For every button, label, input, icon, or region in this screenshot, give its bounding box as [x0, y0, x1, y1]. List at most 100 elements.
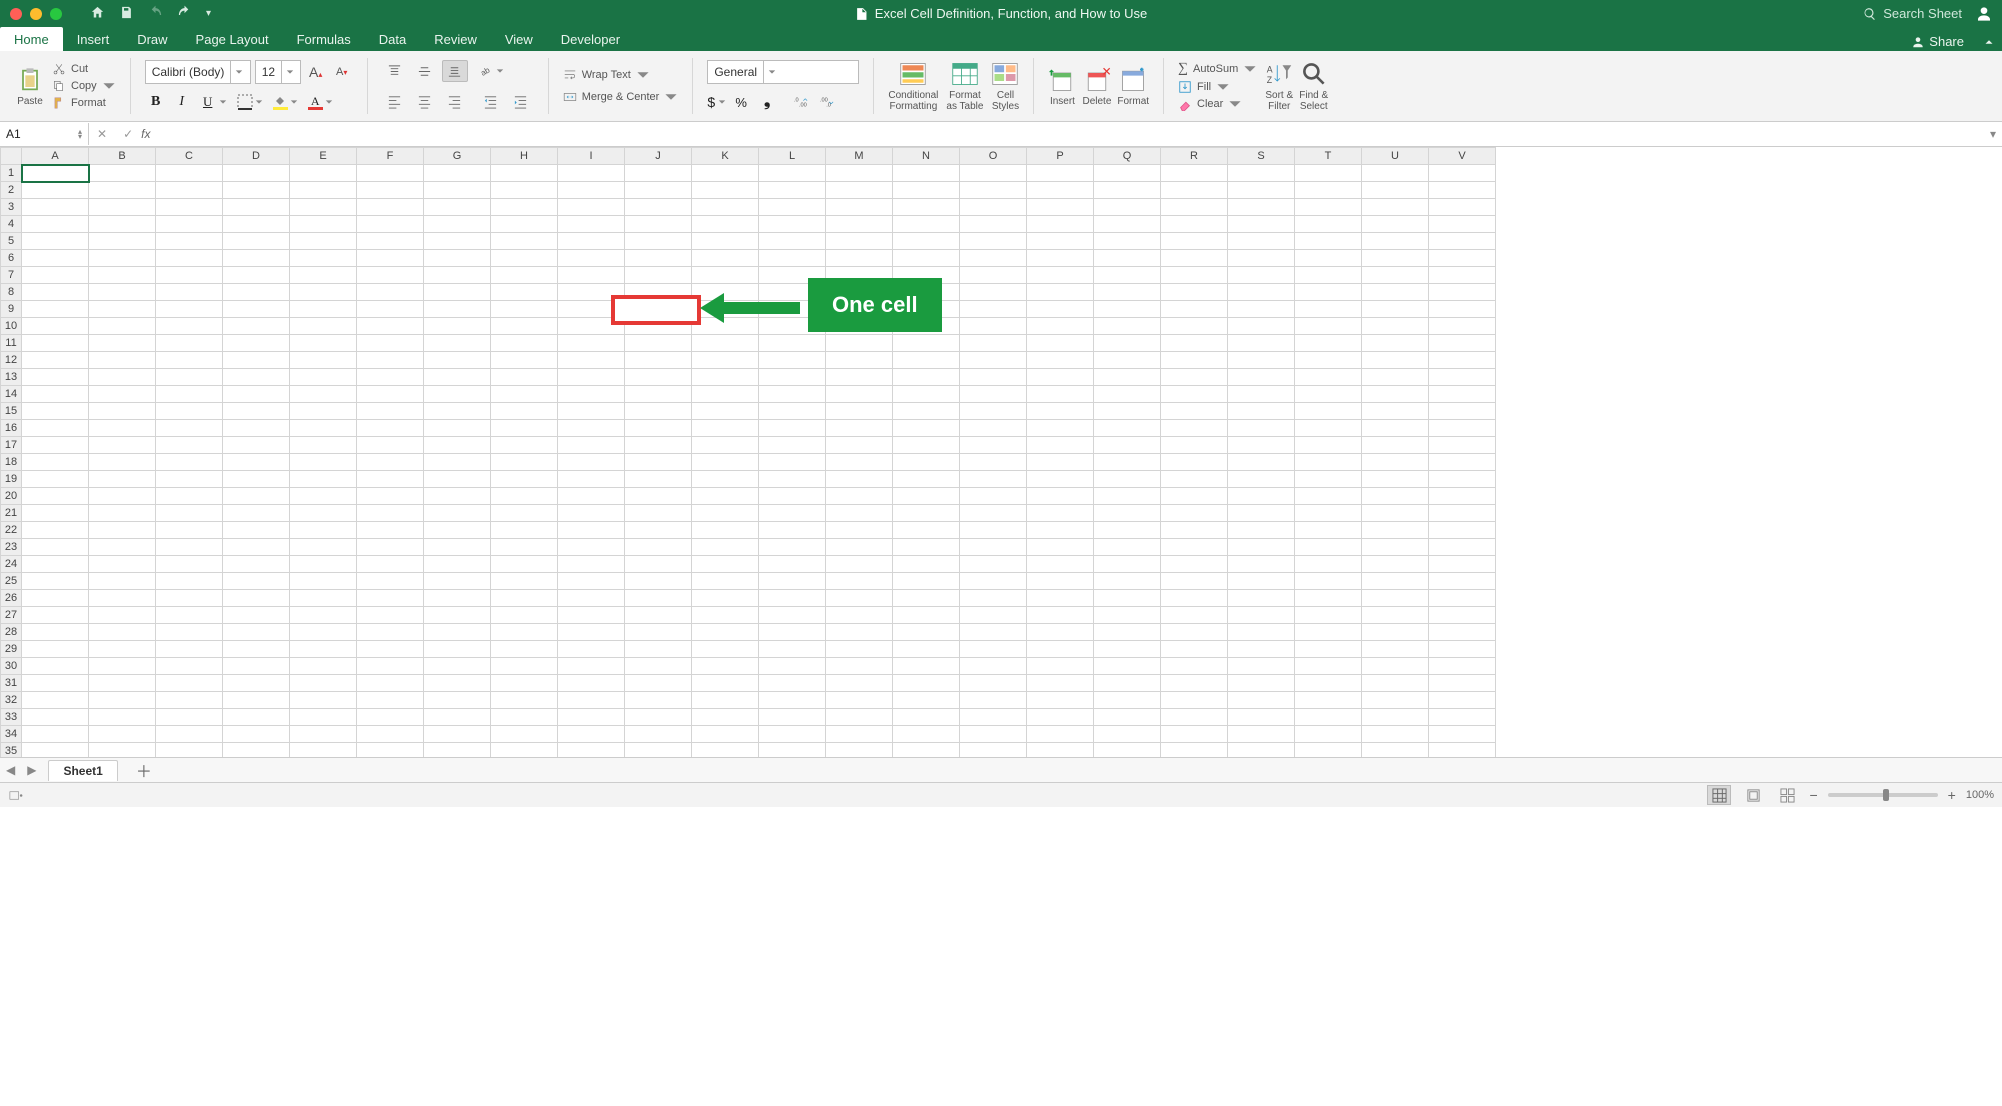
cell[interactable]: [89, 301, 156, 318]
cell[interactable]: [1027, 182, 1094, 199]
cell[interactable]: [1429, 250, 1496, 267]
cell[interactable]: [759, 233, 826, 250]
cell[interactable]: [424, 607, 491, 624]
cell[interactable]: [223, 403, 290, 420]
cell[interactable]: [960, 199, 1027, 216]
cell[interactable]: [1295, 369, 1362, 386]
cell[interactable]: [1295, 692, 1362, 709]
cell[interactable]: [960, 352, 1027, 369]
cell[interactable]: [156, 505, 223, 522]
cell[interactable]: [625, 590, 692, 607]
cell[interactable]: [692, 709, 759, 726]
cell[interactable]: [1161, 199, 1228, 216]
cell[interactable]: [223, 233, 290, 250]
cell[interactable]: [1161, 726, 1228, 743]
cell[interactable]: [960, 420, 1027, 437]
cell[interactable]: [491, 182, 558, 199]
cell[interactable]: [223, 250, 290, 267]
cell[interactable]: [223, 573, 290, 590]
cell[interactable]: [89, 675, 156, 692]
cell[interactable]: [424, 318, 491, 335]
align-center-button[interactable]: [412, 90, 438, 112]
cell[interactable]: [826, 658, 893, 675]
formula-input[interactable]: [156, 122, 1990, 146]
cell[interactable]: [1295, 437, 1362, 454]
tab-draw[interactable]: Draw: [123, 27, 181, 51]
cell[interactable]: [1094, 743, 1161, 758]
row-header[interactable]: 10: [1, 318, 22, 335]
cell[interactable]: [22, 437, 89, 454]
cell[interactable]: [1094, 318, 1161, 335]
cell[interactable]: [893, 335, 960, 352]
cell[interactable]: [759, 471, 826, 488]
cell[interactable]: [290, 607, 357, 624]
cell[interactable]: [424, 522, 491, 539]
cell[interactable]: [22, 369, 89, 386]
cell[interactable]: [357, 454, 424, 471]
cell[interactable]: [960, 471, 1027, 488]
cell[interactable]: [357, 250, 424, 267]
cell[interactable]: [1362, 539, 1429, 556]
column-header[interactable]: K: [692, 148, 759, 165]
cell[interactable]: [22, 658, 89, 675]
cell[interactable]: [1161, 250, 1228, 267]
row-header[interactable]: 13: [1, 369, 22, 386]
column-header[interactable]: J: [625, 148, 692, 165]
cell[interactable]: [1362, 471, 1429, 488]
cell[interactable]: [1161, 675, 1228, 692]
row-header[interactable]: 4: [1, 216, 22, 233]
cell[interactable]: [1027, 318, 1094, 335]
cell[interactable]: [1228, 199, 1295, 216]
cell[interactable]: [491, 658, 558, 675]
column-header[interactable]: E: [290, 148, 357, 165]
cell[interactable]: [960, 250, 1027, 267]
cell[interactable]: [826, 335, 893, 352]
cell[interactable]: [223, 692, 290, 709]
cell[interactable]: [692, 352, 759, 369]
undo-icon[interactable]: [148, 5, 163, 23]
cell[interactable]: [223, 488, 290, 505]
cell[interactable]: [156, 318, 223, 335]
cell[interactable]: [1027, 454, 1094, 471]
cell[interactable]: [826, 488, 893, 505]
cell[interactable]: [893, 743, 960, 758]
cell[interactable]: [290, 641, 357, 658]
cell[interactable]: [893, 471, 960, 488]
sheet-tab-active[interactable]: Sheet1: [48, 760, 117, 781]
cell[interactable]: [558, 182, 625, 199]
cell[interactable]: [156, 624, 223, 641]
cell[interactable]: [1027, 471, 1094, 488]
insert-cells-button[interactable]: Insert: [1048, 66, 1076, 107]
cell[interactable]: [1362, 216, 1429, 233]
cell[interactable]: [893, 250, 960, 267]
cell[interactable]: [223, 386, 290, 403]
cell[interactable]: [826, 199, 893, 216]
cell[interactable]: [424, 641, 491, 658]
cell[interactable]: [424, 505, 491, 522]
cell[interactable]: [558, 386, 625, 403]
cell[interactable]: [558, 437, 625, 454]
row-header[interactable]: 9: [1, 301, 22, 318]
cell[interactable]: [558, 352, 625, 369]
column-header[interactable]: D: [223, 148, 290, 165]
cell[interactable]: [1429, 386, 1496, 403]
cell[interactable]: [491, 488, 558, 505]
cell[interactable]: [826, 284, 893, 301]
cell[interactable]: [424, 420, 491, 437]
row-header[interactable]: 25: [1, 573, 22, 590]
cell[interactable]: [1362, 403, 1429, 420]
cell[interactable]: [826, 165, 893, 182]
orientation-button[interactable]: ab: [478, 63, 504, 79]
minimize-window-icon[interactable]: [30, 8, 42, 20]
cell[interactable]: [357, 488, 424, 505]
cell[interactable]: [625, 505, 692, 522]
cell[interactable]: [826, 675, 893, 692]
cell[interactable]: [1027, 607, 1094, 624]
cell[interactable]: [692, 403, 759, 420]
cell[interactable]: [1295, 250, 1362, 267]
redo-icon[interactable]: [177, 5, 192, 23]
cell[interactable]: [357, 182, 424, 199]
cell[interactable]: [692, 386, 759, 403]
cell[interactable]: [357, 743, 424, 758]
cell[interactable]: [424, 743, 491, 758]
